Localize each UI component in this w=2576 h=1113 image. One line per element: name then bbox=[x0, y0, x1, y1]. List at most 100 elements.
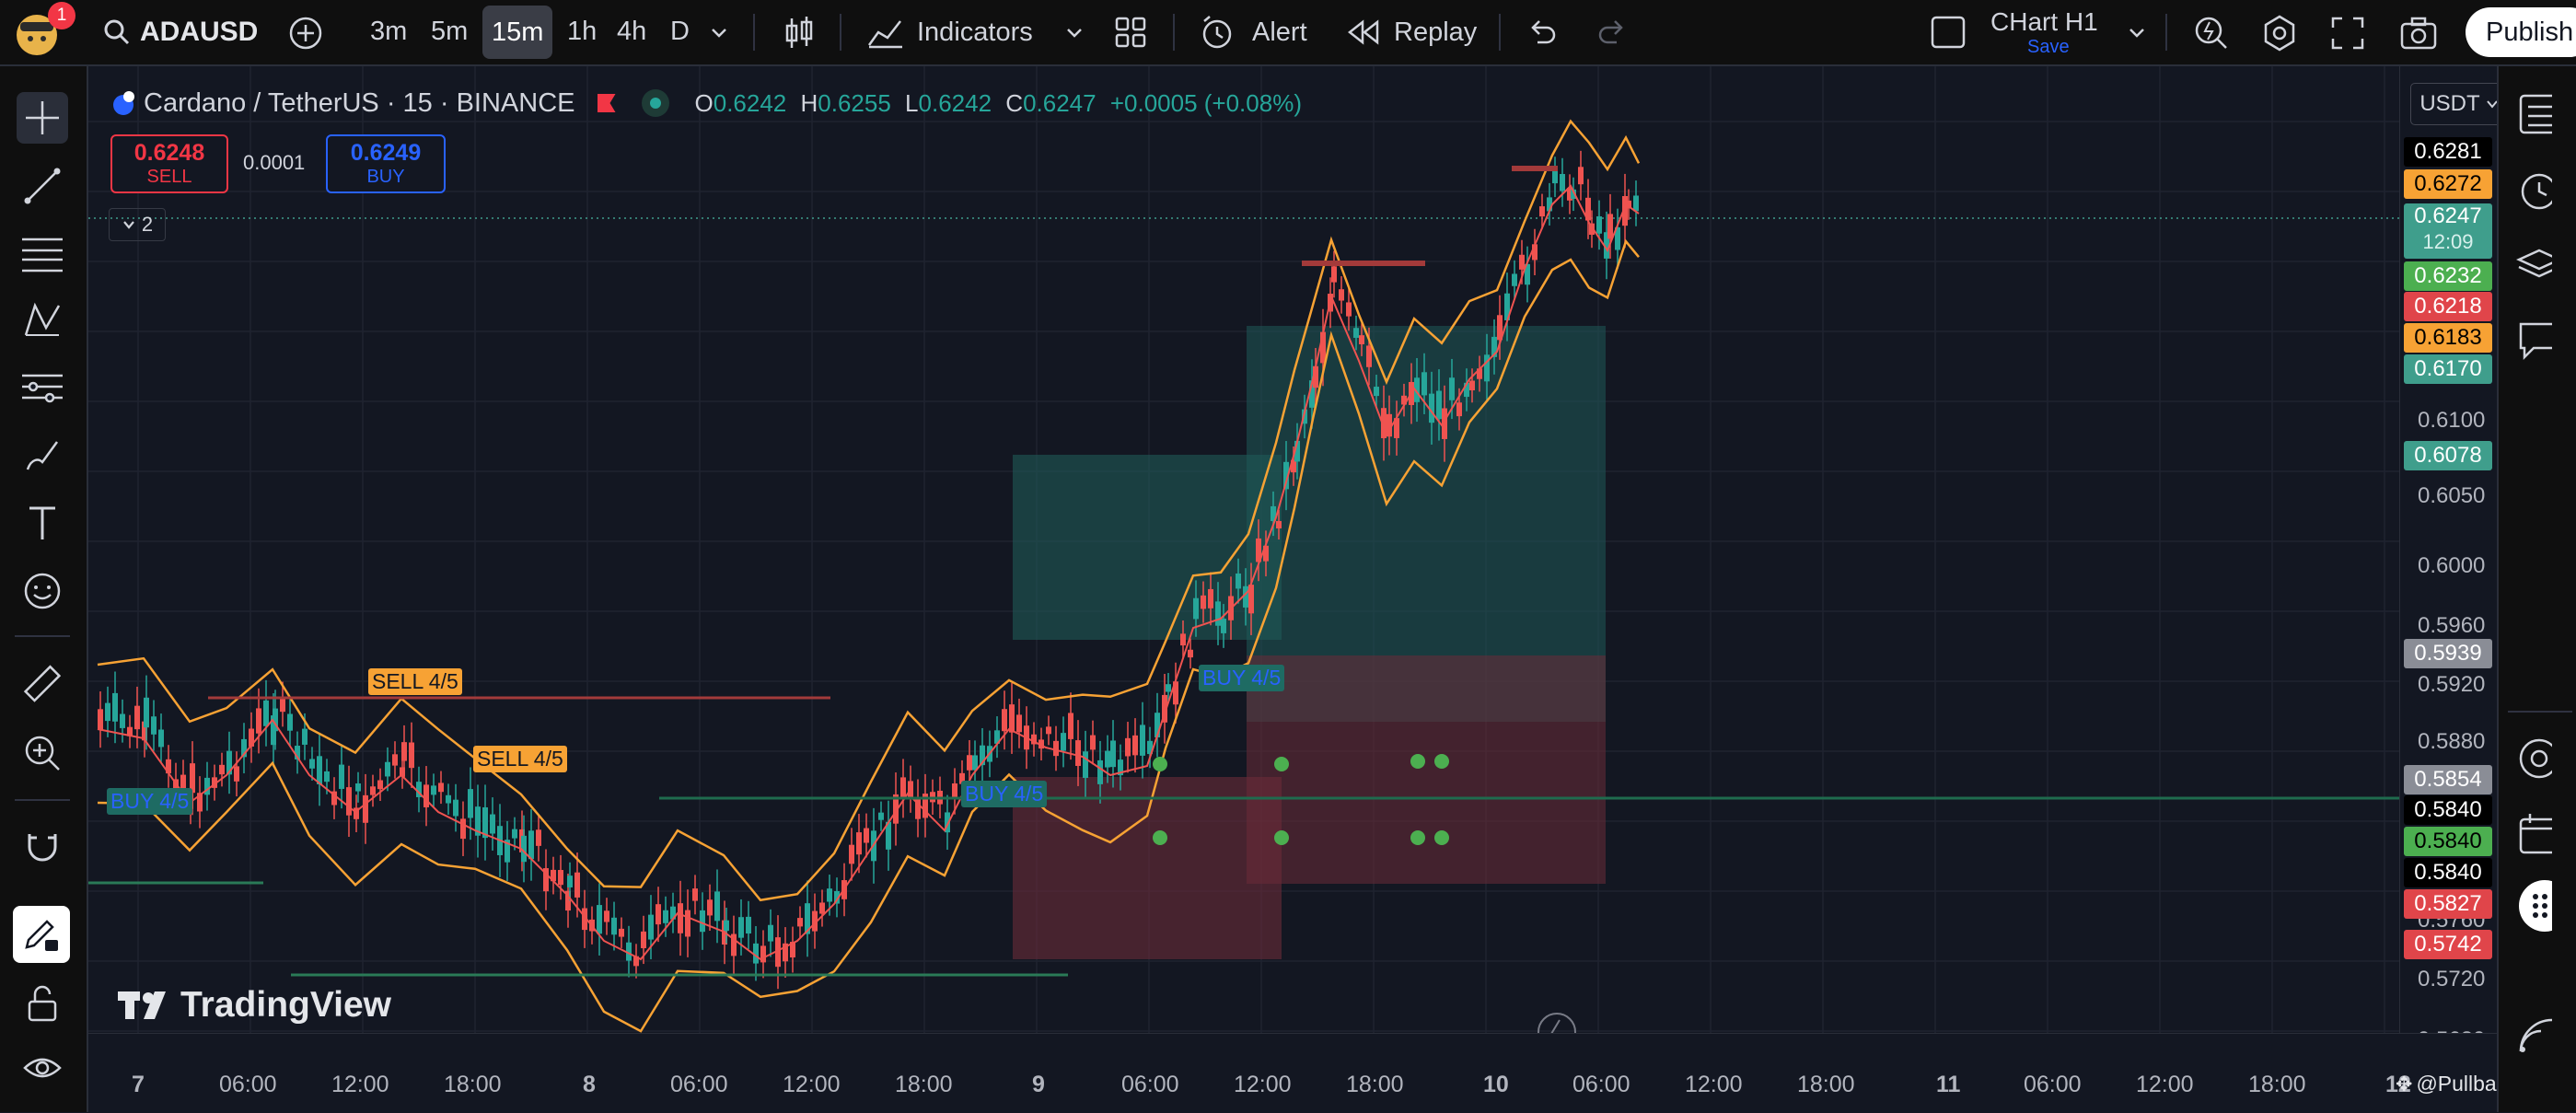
candle bbox=[370, 786, 376, 795]
calendar-button[interactable] bbox=[2515, 812, 2559, 861]
apps-button[interactable] bbox=[2515, 880, 2570, 936]
object-tree-button[interactable] bbox=[2515, 247, 2563, 292]
signal-dot bbox=[1410, 830, 1425, 845]
signal-label[interactable]: BUY 4/5 bbox=[1199, 665, 1285, 691]
chart-pane[interactable]: Cardano / TetherUS · 15 · BINANCE O0.624… bbox=[88, 66, 2399, 1033]
apps-grid-icon bbox=[2519, 880, 2570, 932]
zoom-tool[interactable] bbox=[17, 727, 68, 779]
pattern-tool[interactable] bbox=[17, 295, 68, 346]
buy-button[interactable]: 0.6249 BUY bbox=[326, 134, 446, 193]
compare-add-button[interactable] bbox=[287, 15, 324, 52]
streams-button[interactable] bbox=[2515, 1014, 2553, 1060]
candle bbox=[1215, 601, 1221, 626]
crosshair-tool[interactable] bbox=[17, 92, 68, 144]
alert-button[interactable]: Alert bbox=[1199, 0, 1307, 64]
lock-drawings-tool[interactable] bbox=[17, 978, 68, 1029]
cardano-logo-icon bbox=[113, 91, 134, 115]
fullscreen-button[interactable] bbox=[2331, 17, 2364, 54]
buy-price: 0.6249 bbox=[350, 140, 422, 166]
symbol-title[interactable]: Cardano / TetherUS · 15 · BINANCE bbox=[144, 88, 575, 119]
signal-label[interactable]: BUY 4/5 bbox=[961, 781, 1048, 807]
interval-15m[interactable]: 15m bbox=[482, 6, 553, 59]
text-tool[interactable] bbox=[17, 497, 68, 549]
candle bbox=[1512, 273, 1517, 286]
toolbar-divider bbox=[15, 799, 70, 801]
price-label-value: 0.6218 bbox=[2414, 294, 2482, 319]
candle bbox=[641, 931, 646, 948]
undo-button[interactable] bbox=[1526, 18, 1558, 51]
sell-button[interactable]: 0.6248 SELL bbox=[110, 134, 228, 193]
indicators-toggle[interactable]: 2 bbox=[109, 208, 166, 241]
quick-search-button[interactable] bbox=[2193, 15, 2230, 56]
chevron-down-icon bbox=[1067, 29, 1082, 38]
candle bbox=[1596, 216, 1602, 234]
tradingview-watermark: TradingView bbox=[118, 985, 391, 1026]
chart-type-button[interactable] bbox=[783, 15, 816, 56]
interval-d[interactable]: D bbox=[670, 17, 690, 47]
time-tick: 12:00 bbox=[1685, 1072, 1743, 1097]
candle bbox=[967, 755, 972, 771]
signal-dot bbox=[1153, 757, 1167, 771]
alert-label: Alert bbox=[1252, 17, 1307, 47]
interval-dropdown[interactable] bbox=[709, 22, 729, 47]
interval-4h[interactable]: 4h bbox=[617, 17, 646, 47]
layouts-button[interactable] bbox=[1114, 16, 1147, 53]
broadcast-icon bbox=[2519, 1018, 2553, 1052]
candle bbox=[287, 713, 293, 731]
price-label-value: 0.6281 bbox=[2414, 139, 2482, 164]
candle bbox=[438, 783, 444, 793]
trend-line-tool[interactable] bbox=[17, 160, 68, 212]
candle bbox=[1236, 573, 1241, 589]
candle bbox=[363, 794, 368, 823]
candle bbox=[707, 899, 713, 916]
symbol-search[interactable]: ADAUSD bbox=[103, 0, 258, 64]
magnet-tool[interactable] bbox=[17, 819, 68, 871]
crosshair-icon bbox=[26, 101, 59, 134]
indicators-count: 2 bbox=[141, 213, 154, 236]
currency-selector[interactable]: USDT bbox=[2410, 83, 2508, 125]
candle bbox=[446, 794, 451, 804]
interval-3m[interactable]: 3m bbox=[370, 17, 407, 47]
candle bbox=[490, 814, 495, 834]
interval-1h[interactable]: 1h bbox=[567, 17, 597, 47]
price-tick: 0.5960 bbox=[2418, 613, 2486, 638]
time-tick: 18:00 bbox=[895, 1072, 953, 1097]
settings-button[interactable] bbox=[2261, 15, 2298, 56]
watchlist-button[interactable] bbox=[2515, 94, 2559, 139]
indicators-button[interactable]: Indicators bbox=[867, 0, 1033, 64]
tradingview-logo-icon bbox=[118, 991, 166, 1019]
alerts-panel-button[interactable] bbox=[2515, 171, 2558, 216]
candle bbox=[219, 764, 225, 775]
signal-label[interactable]: SELL 4/5 bbox=[368, 668, 462, 695]
interval-5m[interactable]: 5m bbox=[431, 17, 468, 47]
redo-button[interactable] bbox=[1596, 18, 1628, 51]
fib-tool[interactable] bbox=[17, 228, 68, 280]
pencil-lock-icon bbox=[25, 920, 58, 951]
publish-button[interactable]: Publish bbox=[2466, 7, 2576, 57]
time-tick: 18:00 bbox=[1346, 1072, 1404, 1097]
hide-drawings-tool[interactable] bbox=[17, 1042, 68, 1094]
candle bbox=[1346, 302, 1352, 317]
brush-tool[interactable] bbox=[17, 429, 68, 481]
divider bbox=[753, 14, 755, 51]
candle bbox=[1105, 750, 1110, 768]
signal-label[interactable]: SELL 4/5 bbox=[473, 746, 567, 772]
right-widget-bar bbox=[2497, 66, 2576, 1112]
signal-label[interactable]: BUY 4/5 bbox=[107, 788, 193, 815]
chat-button[interactable] bbox=[2515, 320, 2559, 365]
time-tick: 9 bbox=[1032, 1072, 1045, 1097]
signals-button[interactable] bbox=[2515, 736, 2559, 785]
forecasting-tool[interactable] bbox=[17, 361, 68, 412]
price-chart[interactable] bbox=[88, 66, 2399, 1033]
replay-button[interactable]: Replay bbox=[1348, 0, 1477, 64]
price-label-value: 0.6078 bbox=[2414, 443, 2482, 468]
indicators-dropdown[interactable] bbox=[1064, 22, 1085, 47]
emoji-tool[interactable] bbox=[17, 565, 68, 617]
candle bbox=[819, 902, 825, 914]
user-avatar[interactable]: 1 bbox=[13, 2, 75, 59]
stay-in-drawing-mode[interactable] bbox=[13, 906, 70, 963]
snapshot-button[interactable] bbox=[2399, 15, 2438, 56]
time-tick: 12:00 bbox=[2136, 1072, 2194, 1097]
candle bbox=[1053, 740, 1059, 757]
measure-tool[interactable] bbox=[17, 659, 68, 711]
